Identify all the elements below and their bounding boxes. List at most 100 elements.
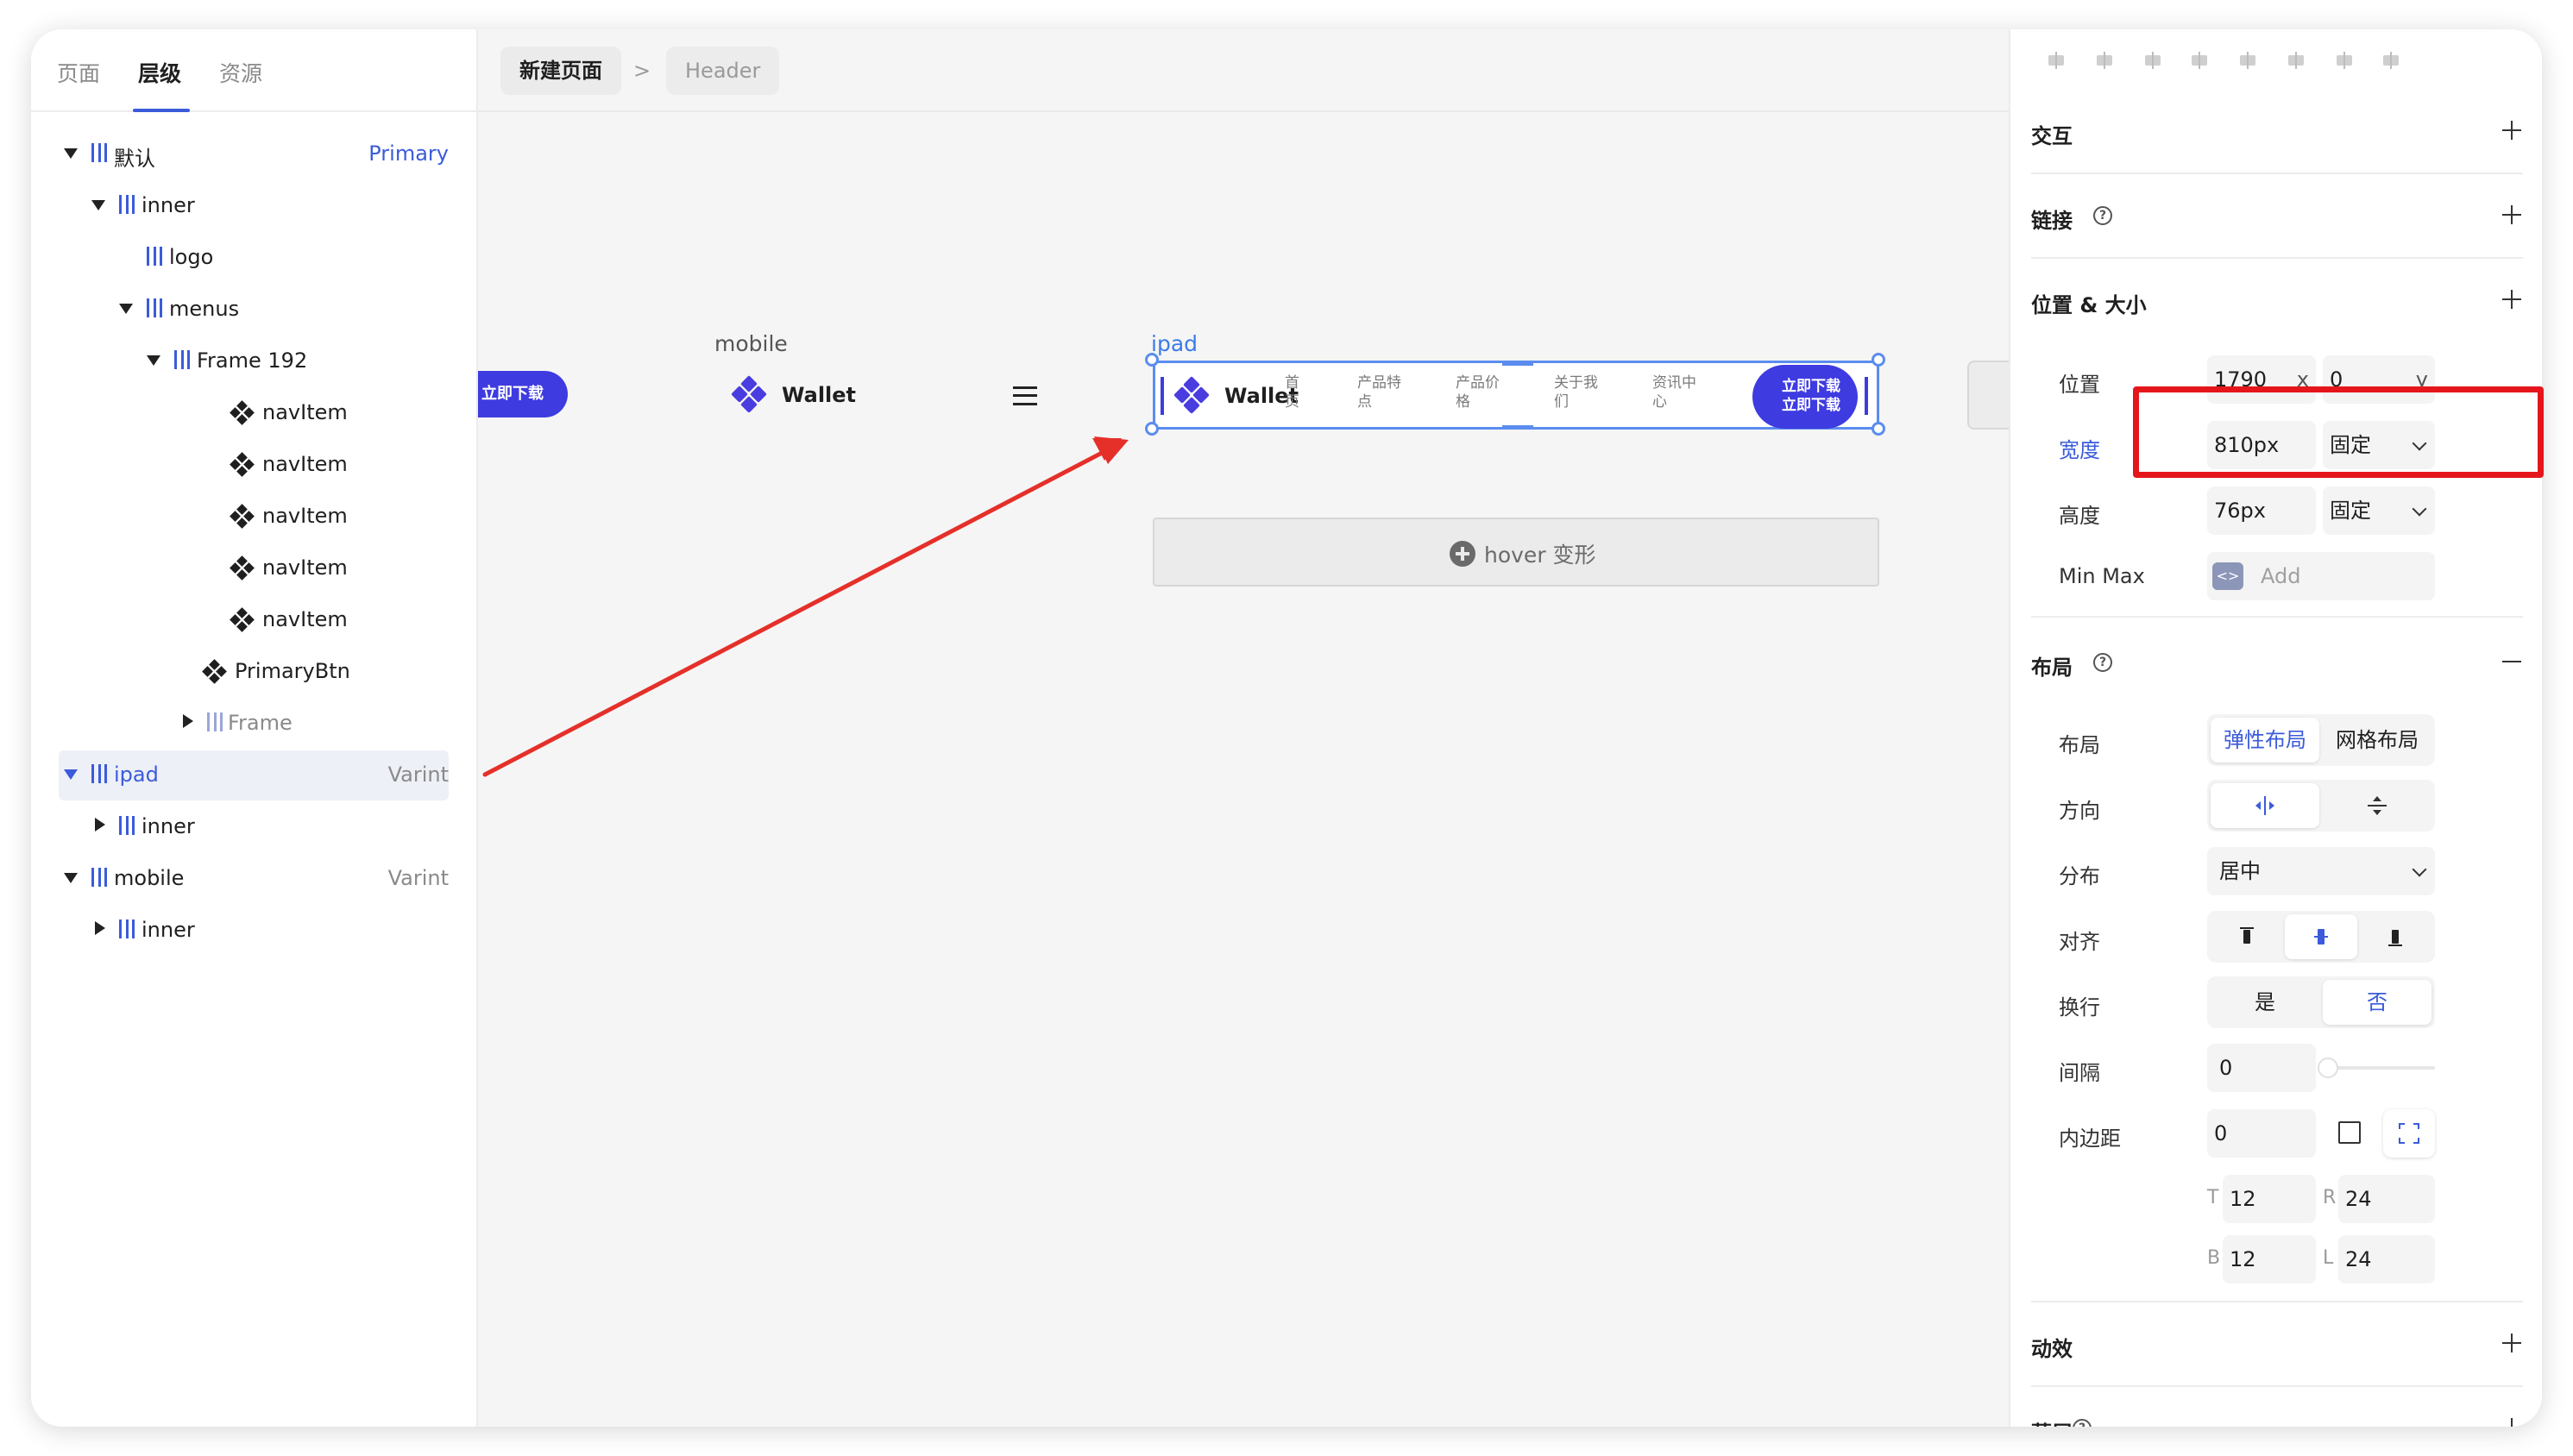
layer-label: navItem	[262, 607, 348, 631]
add-icon[interactable]	[2502, 121, 2521, 140]
align-top-icon	[2240, 927, 2254, 944]
align-center-option[interactable]	[2285, 914, 2357, 959]
padding-individual-button[interactable]	[2383, 1109, 2435, 1158]
add-icon[interactable]	[2502, 205, 2521, 224]
expand-arrow-icon[interactable]	[64, 769, 78, 780]
help-icon[interactable]: ?	[2093, 206, 2112, 225]
layer-mobile[interactable]: mobile Varint	[59, 854, 449, 904]
height-input[interactable]: 76px	[2207, 486, 2316, 535]
padding-input[interactable]: 0	[2207, 1109, 2316, 1158]
layer-label: menus	[169, 297, 240, 321]
collapse-arrow-icon[interactable]	[95, 818, 105, 832]
direction-vertical-option[interactable]	[2323, 783, 2431, 828]
gap-input[interactable]: 0	[2207, 1044, 2316, 1092]
align-h-center-icon[interactable]	[2093, 52, 2116, 69]
layer-label: inner	[142, 814, 195, 838]
expand-arrow-icon[interactable]	[91, 200, 105, 210]
expand-arrow-icon[interactable]	[147, 355, 160, 366]
align-toolbar	[2010, 29, 2542, 90]
minmax-input[interactable]: <> Add	[2207, 552, 2435, 600]
distribute-h-icon[interactable]	[2333, 52, 2356, 69]
wrap-no-option[interactable]: 否	[2323, 980, 2431, 1025]
frame-icon	[91, 764, 107, 783]
gap-slider-track[interactable]	[2323, 1066, 2435, 1070]
layer-inner[interactable]: inner	[59, 906, 449, 956]
layer-label: logo	[169, 245, 214, 269]
layer-navitem[interactable]: navItem	[59, 595, 449, 645]
frame-icon	[119, 816, 135, 835]
tab-assets[interactable]: 资源	[219, 57, 262, 88]
layer-label: inner	[142, 918, 195, 942]
layer-navitem[interactable]: navItem	[59, 440, 449, 490]
expand-corners-icon	[2399, 1123, 2419, 1144]
align-v-center-icon[interactable]	[2236, 52, 2259, 69]
padding-uniform-button[interactable]	[2323, 1109, 2375, 1158]
frame-icon	[147, 247, 162, 266]
align-end-option[interactable]	[2359, 914, 2431, 959]
collapse-arrow-icon[interactable]	[95, 921, 105, 935]
expand-arrow-icon[interactable]	[64, 873, 78, 883]
layer-inner[interactable]: inner	[59, 802, 449, 852]
expand-arrow-icon[interactable]	[119, 304, 133, 314]
component-icon	[230, 400, 255, 425]
add-icon[interactable]	[2502, 1334, 2521, 1352]
padding-left-input[interactable]: 24	[2338, 1235, 2435, 1283]
tab-pages[interactable]: 页面	[57, 57, 100, 88]
layer-inner[interactable]: inner	[59, 181, 449, 231]
variant-tag: Varint	[387, 866, 449, 890]
align-right-icon[interactable]	[2142, 52, 2164, 69]
help-icon[interactable]: ?	[2093, 653, 2112, 672]
layout-type-toggle: 弹性布局 网格布局	[2207, 714, 2435, 766]
help-icon[interactable]: ?	[2073, 1419, 2092, 1427]
align-start-option[interactable]	[2211, 914, 2283, 959]
gap-slider-knob[interactable]	[2318, 1057, 2338, 1078]
distribution-select[interactable]: 居中	[2207, 847, 2435, 895]
add-icon[interactable]	[2502, 290, 2521, 309]
align-left-icon[interactable]	[2045, 52, 2067, 69]
distribution-label: 分布	[2059, 864, 2100, 888]
collapse-arrow-icon[interactable]	[183, 714, 193, 728]
variant-tag: Varint	[387, 763, 449, 787]
add-icon[interactable]	[2502, 1418, 2521, 1427]
layer-label: navItem	[262, 452, 348, 476]
padding-top-input[interactable]: 12	[2223, 1175, 2316, 1223]
layer-label: navItem	[262, 504, 348, 528]
component-icon	[230, 452, 255, 477]
distribute-v-icon[interactable]	[2380, 52, 2402, 69]
padding-right-input[interactable]: 24	[2338, 1175, 2435, 1223]
section-title: 动效	[2031, 1337, 2073, 1361]
component-icon	[230, 504, 255, 529]
layout-type-label: 布局	[2059, 733, 2100, 757]
padding-bottom-input[interactable]: 12	[2223, 1235, 2316, 1283]
vertical-direction-icon	[2368, 796, 2387, 815]
layer-navitem[interactable]: navItem	[59, 543, 449, 593]
layer-frame-192[interactable]: Frame 192	[59, 336, 449, 386]
layer-label: Frame 192	[197, 348, 308, 373]
section-mask: 蒙层 ?	[2031, 1387, 2523, 1427]
layer-frame[interactable]: Frame	[59, 699, 449, 749]
direction-horizontal-option[interactable]	[2211, 783, 2319, 828]
padding-right-letter: R	[2323, 1187, 2337, 1208]
align-top-icon[interactable]	[2188, 52, 2211, 69]
height-mode-select[interactable]: 固定	[2323, 486, 2435, 535]
layer-label: ipad	[114, 763, 159, 787]
layout-grid-option[interactable]: 网格布局	[2323, 718, 2431, 763]
layer-logo[interactable]: logo	[59, 233, 449, 283]
design-canvas[interactable]: 新建页面 > Header mobile 立即下载 Wallet ipad Wa…	[478, 29, 2019, 1427]
tab-layers[interactable]: 层级	[138, 57, 181, 88]
align-toggle	[2207, 911, 2435, 963]
expand-arrow-icon[interactable]	[64, 148, 78, 159]
layer-ipad[interactable]: ipad Varint	[59, 750, 449, 800]
layer-navitem[interactable]: navItem	[59, 492, 449, 542]
align-bottom-icon[interactable]	[2285, 52, 2307, 69]
layer-primarybtn[interactable]: PrimaryBtn	[59, 647, 449, 697]
app-window: 页面 层级 资源 默认 Primary inner logo menus Fra…	[31, 29, 2542, 1427]
layer-navitem[interactable]: navItem	[59, 388, 449, 438]
layer-menus[interactable]: menus	[59, 285, 449, 335]
layout-flex-option[interactable]: 弹性布局	[2211, 718, 2319, 763]
wrap-yes-option[interactable]: 是	[2211, 980, 2319, 1025]
left-tabs: 页面 层级 资源	[31, 29, 478, 112]
collapse-icon[interactable]	[2502, 652, 2521, 671]
layer-default[interactable]: 默认 Primary	[59, 129, 449, 179]
layer-label: Frame	[228, 711, 293, 735]
